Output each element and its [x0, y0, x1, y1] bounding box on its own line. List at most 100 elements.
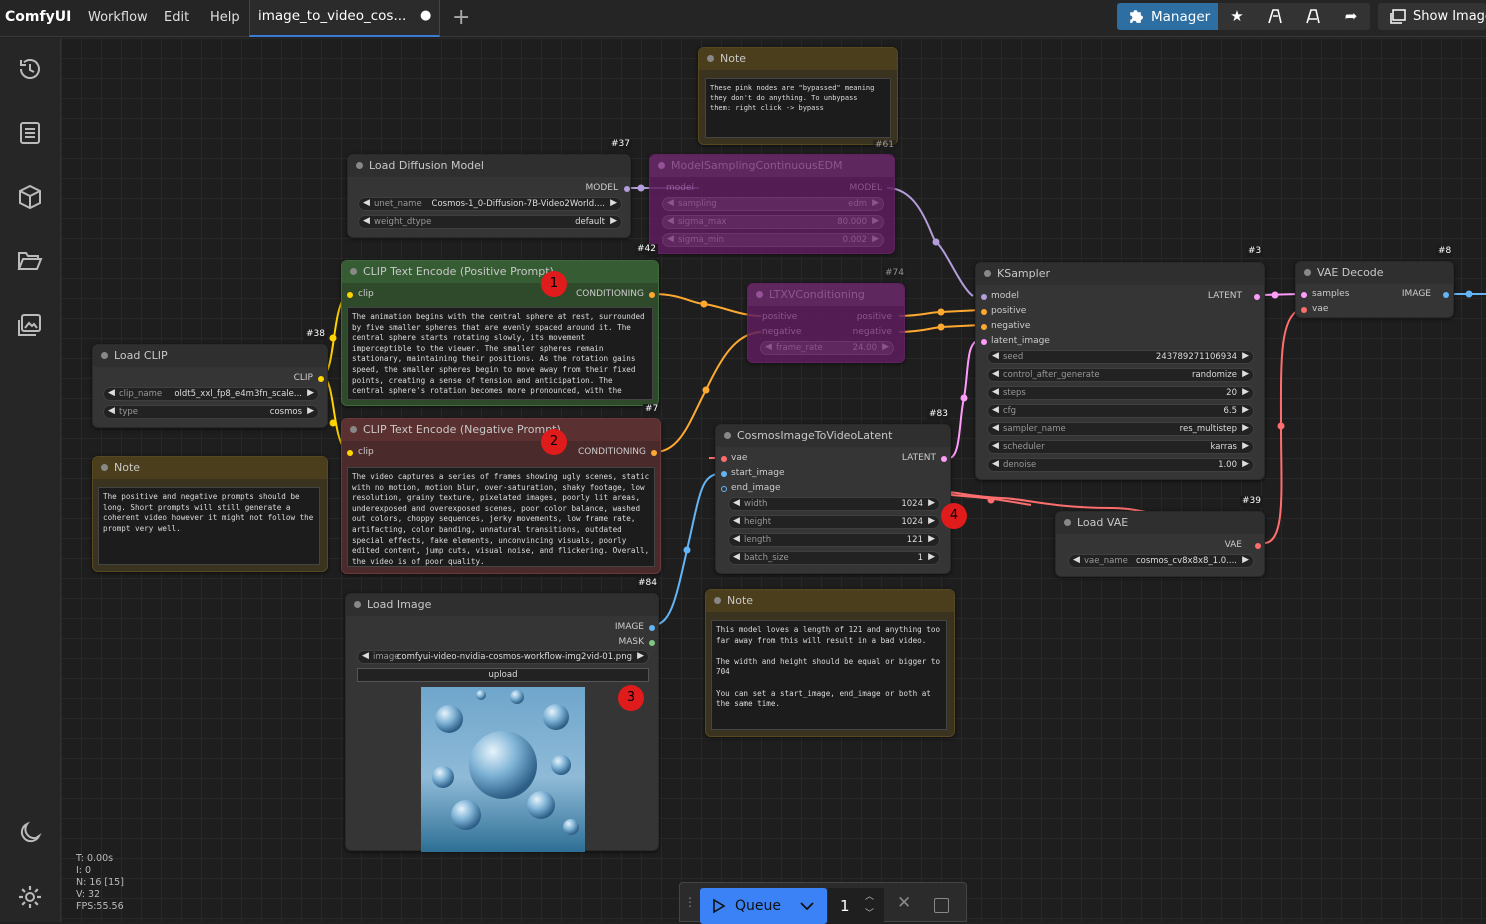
app-logo[interactable]: ComfyUI: [5, 9, 71, 25]
images-icon[interactable]: [16, 311, 44, 339]
width-widget[interactable]: ◀ width 1024 ▶: [728, 497, 940, 511]
show-image-button[interactable]: Show Image: [1378, 3, 1486, 30]
clip-name-widget[interactable]: ◀ clip_name oldt5_xxl_fp8_e4m3fn_scale... ▶: [103, 387, 319, 401]
share-icon[interactable]: ➦: [1332, 3, 1370, 30]
new-tab-plus-icon[interactable]: +: [452, 5, 470, 30]
output-mask-dot[interactable]: [649, 640, 655, 646]
cfg-widget[interactable]: ◀ cfg 6.5 ▶: [987, 404, 1254, 418]
ltxv-conditioning-node[interactable]: LTXVConditioning positive positive negat…: [747, 283, 905, 363]
output-latent-dot[interactable]: [941, 456, 947, 462]
node-id: #3: [1246, 246, 1264, 257]
note-text[interactable]: This model loves a length of 121 and any…: [711, 620, 947, 730]
chevron-down-icon[interactable]: [800, 901, 814, 911]
input-positive-dot[interactable]: [981, 309, 987, 315]
clip-type-widget[interactable]: ◀ type cosmos ▶: [103, 405, 319, 419]
menu-workflow[interactable]: Workflow: [88, 10, 148, 25]
load-diffusion-model-node[interactable]: Load Diffusion Model MODEL ◀ unet_name Cos…: [347, 154, 631, 238]
scheduler-widget[interactable]: ◀ scheduler karras ▶: [987, 440, 1254, 454]
moon-icon[interactable]: [16, 819, 44, 847]
input-negative-dot[interactable]: [981, 324, 987, 330]
clip-text-encode-positive-node[interactable]: CLIP Text Encode (Positive Prompt) clip …: [341, 260, 659, 406]
frame-rate-widget[interactable]: ◀ frame_rate 24.00 ▶: [760, 341, 894, 355]
output-mask-label: MASK: [618, 637, 644, 647]
queue-list-icon[interactable]: [16, 119, 44, 147]
upload-button[interactable]: upload: [357, 668, 649, 682]
input-samples-label: samples: [1312, 289, 1350, 299]
node-title: ModelSamplingContinuousEDM: [671, 159, 843, 172]
sampler-name-widget[interactable]: ◀ sampler_name res_multistep ▶: [987, 422, 1254, 436]
weight-dtype-widget[interactable]: ◀ weight_dtype default ▶: [358, 215, 622, 229]
output-latent-dot[interactable]: [1254, 294, 1260, 300]
menu-edit[interactable]: Edit: [164, 10, 189, 25]
note-text[interactable]: These pink nodes are "bypassed" meaning …: [705, 78, 891, 138]
cube-icon[interactable]: [16, 183, 44, 211]
output-model-dot[interactable]: [624, 186, 630, 192]
vae-name-widget[interactable]: ◀ vae_name cosmos_cv8x8x8_1.0.... ▶: [1068, 554, 1254, 568]
image-select-widget[interactable]: ◀ image comfyui-video-nvidia-cosmos-workfl…: [357, 650, 649, 664]
input-clip-dot[interactable]: [347, 292, 353, 298]
manager-button[interactable]: Manager: [1117, 3, 1218, 30]
output-image-dot[interactable]: [1443, 292, 1449, 298]
load-clip-node[interactable]: Load CLIP CLIP ◀ clip_name oldt5_xxl_fp8_e…: [92, 344, 328, 428]
input-end-image-dot[interactable]: [721, 486, 727, 492]
sigma-max-widget[interactable]: ◀ sigma_max 80.000 ▶: [662, 215, 884, 229]
denoise-widget[interactable]: ◀ denoise 1.00 ▶: [987, 458, 1254, 472]
history-icon[interactable]: [16, 55, 44, 83]
node-title: VAE Decode: [1317, 266, 1384, 279]
stop-square-icon[interactable]: [934, 898, 949, 913]
note-node-prompt-info[interactable]: Note The positive and negative prompts s…: [92, 456, 328, 572]
sigma-min-widget[interactable]: ◀ sigma_min 0.002 ▶: [662, 233, 884, 247]
input-start-image-dot[interactable]: [721, 471, 727, 477]
note-node-bypass-info[interactable]: Note These pink nodes are "bypassed" mea…: [698, 47, 898, 145]
note-text[interactable]: The positive and negative prompts should…: [98, 487, 320, 565]
height-widget[interactable]: ◀ height 1024 ▶: [728, 515, 940, 529]
positive-prompt-textarea[interactable]: The animation begins with the central sp…: [347, 307, 653, 400]
length-widget[interactable]: ◀ length 121 ▶: [728, 533, 940, 547]
vae-decode-node[interactable]: VAE Decode samples IMAGE vae: [1295, 261, 1454, 318]
sampling-widget[interactable]: ◀ sampling edm ▶: [662, 197, 884, 211]
cancel-close-icon[interactable]: ✕: [897, 893, 911, 913]
input-latent-dot[interactable]: [981, 339, 987, 345]
output-image-dot[interactable]: [649, 625, 655, 631]
clip-text-encode-negative-node[interactable]: CLIP Text Encode (Negative Prompt) clip …: [341, 418, 661, 574]
batch-size-widget[interactable]: ◀ batch_size 1 ▶: [728, 551, 940, 565]
image-preview-spheres: [421, 687, 585, 852]
control-after-generate-widget[interactable]: ◀ control_after_generate randomize ▶: [987, 368, 1254, 382]
settings-gear-icon[interactable]: [16, 883, 44, 911]
note-node-length-info[interactable]: Note This model loves a length of 121 an…: [705, 589, 955, 737]
decrement-icon[interactable]: ﹀: [865, 906, 874, 919]
load-image-node[interactable]: Load Image IMAGE MASK ◀ image comfyui-vide…: [345, 593, 659, 852]
seed-widget[interactable]: ◀ seed 243789271106934 ▶: [987, 350, 1254, 364]
queue-count-value[interactable]: 1: [840, 897, 850, 915]
input-vae-dot[interactable]: [1301, 307, 1307, 313]
star-icon[interactable]: ★: [1218, 3, 1256, 30]
input-clip-dot[interactable]: [347, 450, 353, 456]
output-conditioning-dot[interactable]: [651, 450, 657, 456]
input-vae-dot[interactable]: [721, 456, 727, 462]
node-canvas[interactable]: Note These pink nodes are "bypassed" mea…: [61, 38, 1486, 922]
menu-help[interactable]: Help: [210, 10, 240, 25]
folder-open-icon[interactable]: [16, 247, 44, 275]
negative-prompt-textarea[interactable]: The video captures a series of frames sh…: [347, 467, 655, 567]
output-conditioning-dot[interactable]: [649, 292, 655, 298]
model-sampling-edm-node[interactable]: ModelSamplingContinuousEDM model MODEL ◀…: [649, 154, 895, 254]
tab-modified-indicator[interactable]: ●: [420, 8, 431, 23]
ksampler-node[interactable]: KSampler model LATENT positive negative …: [975, 262, 1265, 480]
node-icon-a[interactable]: [1256, 3, 1294, 30]
drag-handle-icon[interactable]: ⋮: [684, 895, 696, 909]
node-id: #83: [927, 409, 950, 420]
input-samples-dot[interactable]: [1301, 292, 1307, 298]
queue-button[interactable]: Queue: [700, 888, 827, 924]
output-clip-dot[interactable]: [318, 376, 324, 382]
unet-name-widget[interactable]: ◀ unet_name Cosmos-1_0-Diffusion-7B-Video2…: [358, 197, 622, 211]
input-model-dot[interactable]: [981, 294, 987, 300]
steps-widget[interactable]: ◀ steps 20 ▶: [987, 386, 1254, 400]
output-vae-dot[interactable]: [1255, 543, 1261, 549]
increment-icon[interactable]: ︿: [865, 889, 874, 902]
queue-count-stepper[interactable]: 1 ︿ ﹀: [828, 888, 884, 924]
workflow-tab[interactable]: image_to_video_cos... ●: [249, 0, 440, 37]
load-vae-node[interactable]: Load VAE VAE ◀ vae_name cosmos_cv8x8x8_1.0…: [1055, 511, 1265, 577]
cosmos-image-to-video-latent-node[interactable]: CosmosImageToVideoLatent vae LATENT star…: [715, 424, 951, 574]
node-id: #37: [609, 139, 632, 150]
node-icon-b[interactable]: [1294, 3, 1332, 30]
